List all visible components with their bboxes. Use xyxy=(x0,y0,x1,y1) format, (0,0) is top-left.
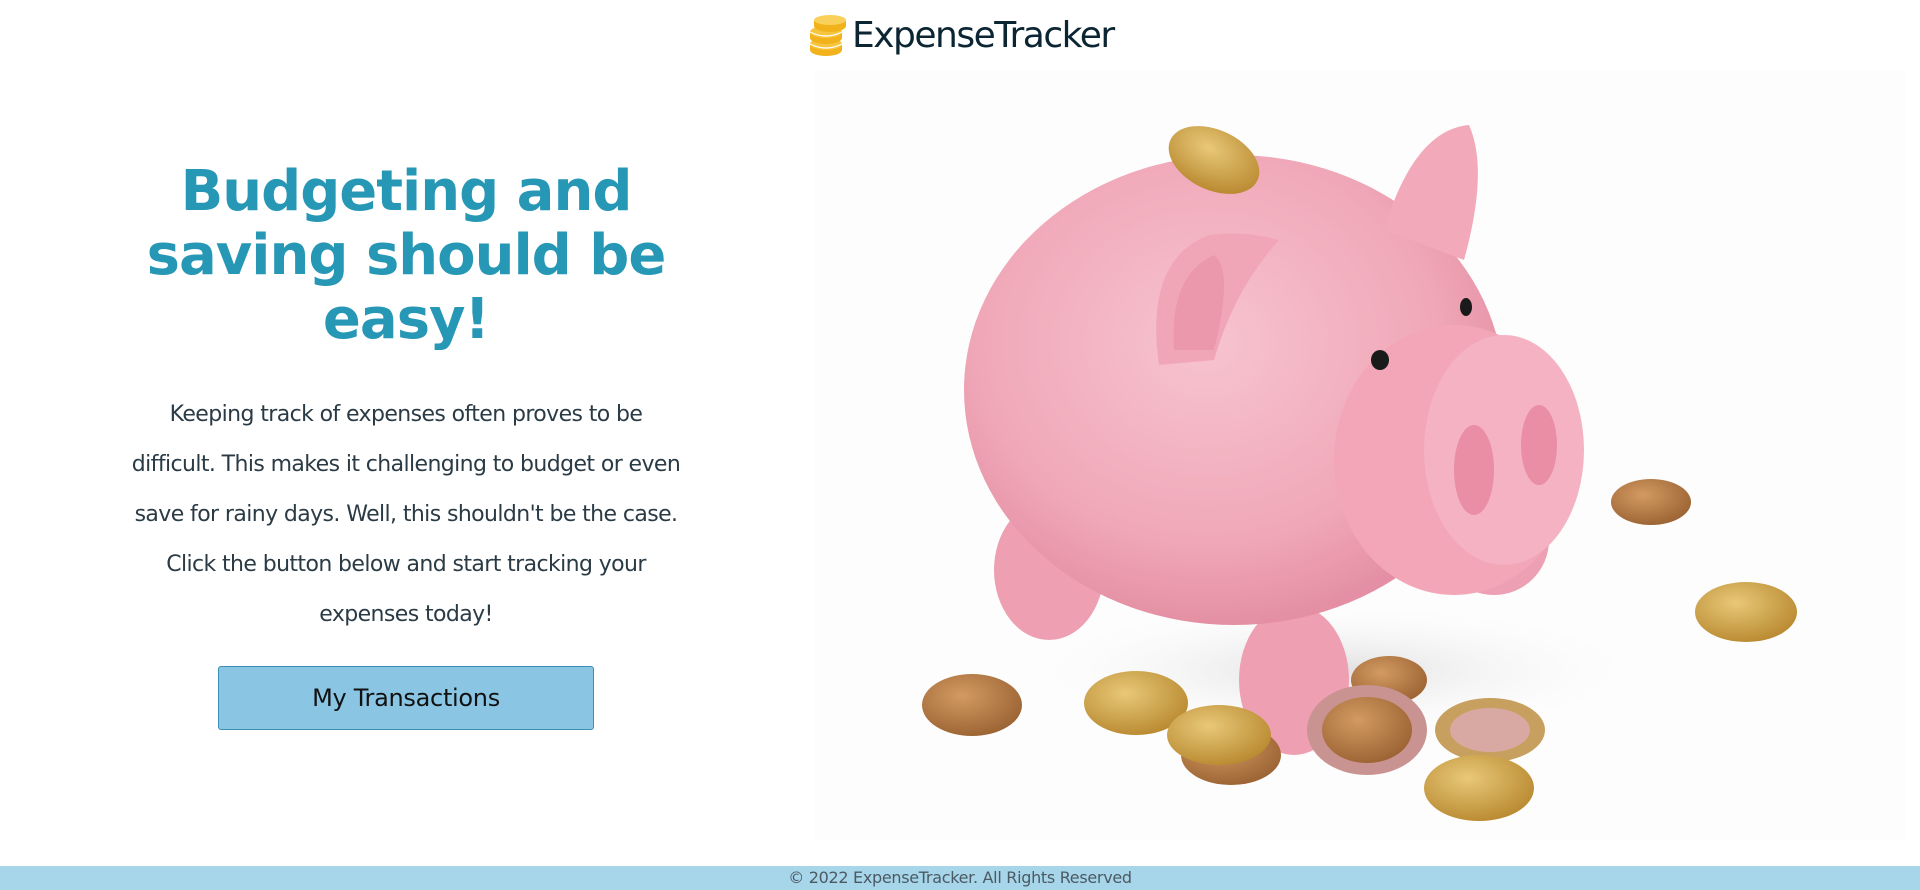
copyright-text: © 2022 ExpenseTracker. All Rights Reserv… xyxy=(788,868,1132,887)
hero-title-line: Budgeting and xyxy=(180,159,633,224)
hero-description: Keeping track of expenses often proves t… xyxy=(131,402,681,627)
site-footer: © 2022 ExpenseTracker. All Rights Reserv… xyxy=(0,866,1920,890)
logo[interactable]: ExpenseTracker xyxy=(808,14,1115,58)
hero-title-line: saving should be xyxy=(146,223,667,288)
hero-title: Budgeting and saving should be easy! xyxy=(100,160,712,352)
hero-section: Budgeting and saving should be easy! Kee… xyxy=(100,160,712,730)
my-transactions-button[interactable]: My Transactions xyxy=(218,666,594,730)
logo-text: ExpenseTracker xyxy=(852,15,1115,56)
landing-page: ExpenseTracker Budgeting and saving shou… xyxy=(0,0,1920,890)
site-header: ExpenseTracker xyxy=(0,0,1920,70)
stacked-coins-icon xyxy=(809,15,846,56)
hero-title-line: easy! xyxy=(322,287,490,352)
piggy-bank-with-coins-image xyxy=(814,70,1906,840)
